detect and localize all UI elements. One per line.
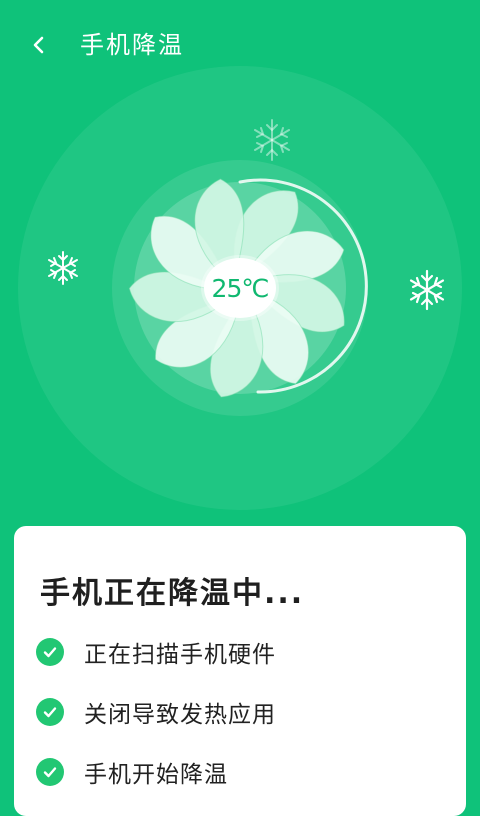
check-icon — [36, 758, 64, 786]
step-label: 关闭导致发热应用 — [84, 702, 276, 728]
page-title: 手机降温 — [80, 31, 184, 59]
step-label: 正在扫描手机硬件 — [84, 642, 276, 668]
check-icon — [36, 638, 64, 666]
back-button[interactable] — [22, 28, 56, 62]
step-start-cooling: 手机开始降温 — [36, 752, 228, 792]
temperature-badge: 25℃ — [204, 258, 276, 318]
app-header: 手机降温 — [0, 0, 480, 90]
check-icon — [36, 698, 64, 726]
step-label: 手机开始降温 — [84, 762, 228, 788]
chevron-left-icon — [33, 36, 44, 54]
cooling-status-card: 手机正在降温中... 正在扫描手机硬件 关闭导致发热应用 手机开始降温 — [14, 526, 466, 816]
card-title: 手机正在降温中... — [40, 576, 305, 611]
step-close-apps: 关闭导致发热应用 — [36, 692, 276, 732]
step-scan-hardware: 正在扫描手机硬件 — [36, 632, 276, 672]
